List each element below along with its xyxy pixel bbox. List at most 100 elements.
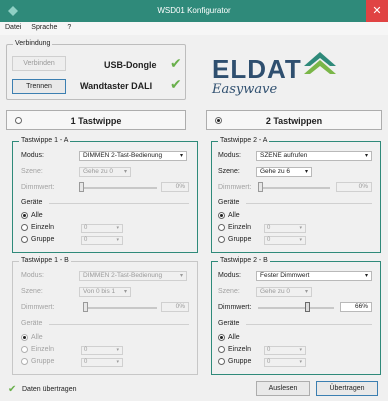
panel-2b-dimm-track (258, 307, 334, 309)
panel-1a-modus-select[interactable]: DIMMEN 2-Tast-Bedienung ▾ (79, 151, 187, 161)
panel-2b-gruppe-label: Gruppe (228, 358, 252, 365)
panel-1a-dimm-label: Dimmwert: (21, 184, 55, 191)
chevron-down-icon: ▾ (179, 153, 183, 159)
radio-icon[interactable] (218, 212, 225, 219)
menu-sprache[interactable]: Sprache (26, 22, 60, 31)
panel-2b-einzeln-option[interactable]: Einzeln (218, 346, 251, 353)
panel-1b-modus-select[interactable]: DIMMEN 2-Tast-Bedienung ▾ (79, 271, 187, 281)
panel-1b-alle-option[interactable]: Alle (21, 334, 43, 341)
chevron-down-icon: ▾ (299, 359, 302, 365)
dali-label: Wandtaster DALI (80, 81, 153, 91)
panel-2b-modus-value: Fester Dimmwert (260, 272, 310, 279)
panel-2b-geraete-label: Geräte (218, 320, 240, 327)
radio-icon[interactable] (218, 334, 225, 341)
status-check-icon: ✔ (8, 384, 17, 395)
panel-1a-gruppe-option[interactable]: Gruppe (21, 236, 54, 243)
panel-1b-einzeln-label: Einzeln (31, 346, 54, 353)
panel-1a-einzeln-select[interactable]: 0 ▾ (81, 224, 123, 233)
chevron-down-icon: ▾ (116, 225, 119, 231)
panel-1b-einzeln-select[interactable]: 0 ▾ (81, 346, 123, 355)
panel-tastwippe-1b: Tastwippe 1 - B Modus: DIMMEN 2-Tast-Bed… (12, 257, 198, 375)
panel-2a-szene-select[interactable]: Gehe zu 6 ▾ (256, 167, 312, 177)
radio-icon[interactable] (218, 358, 225, 365)
panel-2b-alle-option[interactable]: Alle (218, 334, 240, 341)
panel-2b-szene-value: Gehe zu 0 (260, 288, 290, 295)
radio-icon[interactable] (218, 236, 225, 243)
panel-1b-dimm-value[interactable]: 0% (161, 302, 189, 312)
panel-2b-legend: Tastwippe 2 - B (218, 257, 270, 264)
connect-button[interactable]: Verbinden (12, 56, 66, 71)
panel-1a-dimm-slider[interactable] (79, 182, 84, 192)
panel-2a-dimm-track (258, 187, 330, 189)
panel-2b-szene-select[interactable]: Gehe zu 0 ▾ (256, 287, 312, 297)
radio-icon[interactable] (21, 346, 28, 353)
panel-2a-alle-option[interactable]: Alle (218, 212, 240, 219)
close-button[interactable]: ✕ (366, 0, 388, 22)
chevron-down-icon: ▾ (299, 237, 302, 243)
radio-icon[interactable] (218, 224, 225, 231)
tab-2-tastwippen[interactable]: 2 Tastwippen (206, 110, 382, 130)
panel-1b-dimm-slider[interactable] (83, 302, 88, 312)
panel-1b-szene-label: Szene: (21, 288, 43, 295)
panel-1a-geraete-label: Geräte (21, 199, 43, 206)
panel-2a-einzeln-select[interactable]: 0 ▾ (264, 224, 306, 233)
panel-1b-gruppe-option[interactable]: Gruppe (21, 358, 54, 365)
panel-1a-dimm-value[interactable]: 0% (161, 182, 189, 192)
panel-1b-einzeln-option[interactable]: Einzeln (21, 346, 54, 353)
read-button[interactable]: Auslesen (256, 381, 310, 396)
panel-1a-modus-value: DIMMEN 2-Tast-Bedienung (83, 152, 163, 159)
panel-1a-legend: Tastwippe 1 - A (19, 137, 71, 144)
panel-1a-separator (49, 203, 189, 204)
chevron-down-icon: ▾ (304, 169, 308, 175)
menu-datei[interactable]: Datei (0, 22, 24, 31)
panel-1b-dimm-track (83, 307, 157, 309)
panel-2b-modus-select[interactable]: Fester Dimmwert ▾ (256, 271, 372, 281)
panel-1b-alle-label: Alle (31, 334, 43, 341)
transfer-button[interactable]: Übertragen (316, 381, 378, 396)
panel-1a-szene-select[interactable]: Gehe zu 0 ▾ (79, 167, 131, 177)
panel-1a-modus-label: Modus: (21, 152, 44, 159)
panel-2a-gruppe-label: Gruppe (228, 236, 252, 243)
radio-icon[interactable] (21, 358, 28, 365)
panel-2a-gruppe-select[interactable]: 0 ▾ (264, 236, 306, 245)
chevron-down-icon: ▾ (364, 153, 368, 159)
panel-2b-einzeln-value: 0 (267, 347, 271, 353)
radio-icon[interactable] (218, 346, 225, 353)
chevron-down-icon: ▾ (179, 273, 183, 279)
panel-1b-gruppe-select[interactable]: 0 ▾ (81, 358, 123, 367)
panel-1a-alle-option[interactable]: Alle (21, 212, 43, 219)
panel-2b-gruppe-option[interactable]: Gruppe (218, 358, 251, 365)
panel-2b-dimm-slider[interactable] (304, 302, 310, 312)
panel-2a-modus-select[interactable]: SZENE aufrufen ▾ (256, 151, 372, 161)
panel-2b-gruppe-select[interactable]: 0 ▾ (264, 358, 306, 367)
status-text: Daten übertragen (22, 386, 77, 393)
tab-2-label: 2 Tastwippen (265, 116, 323, 126)
panel-2b-einzeln-select[interactable]: 0 ▾ (264, 346, 306, 355)
panel-2b-gruppe-value: 0 (267, 359, 271, 365)
panel-1a-dimm-track (79, 187, 157, 189)
panel-1a-einzeln-option[interactable]: Einzeln (21, 224, 54, 231)
disconnect-button[interactable]: Trennen (12, 79, 66, 94)
menu-help[interactable]: ? (62, 22, 74, 31)
panel-tastwippe-2b: Tastwippe 2 - B Modus: Fester Dimmwert ▾… (211, 257, 381, 375)
panel-1a-alle-label: Alle (31, 212, 43, 219)
panel-2a-dimm-slider[interactable] (258, 182, 263, 192)
panel-2a-modus-value: SZENE aufrufen (260, 152, 308, 159)
panel-1a-gruppe-value: 0 (84, 237, 88, 243)
panel-1b-geraete-label: Geräte (21, 320, 43, 327)
dali-check-icon: ✔ (170, 76, 182, 92)
panel-1a-gruppe-select[interactable]: 0 ▾ (81, 236, 123, 245)
radio-icon[interactable] (21, 334, 28, 341)
radio-icon[interactable] (21, 236, 28, 243)
panel-2b-dimm-value[interactable]: 66% (340, 302, 372, 312)
tab-1-tastwippe[interactable]: 1 Tastwippe (6, 110, 186, 130)
panel-2a-einzeln-option[interactable]: Einzeln (218, 224, 251, 231)
panel-2a-einzeln-label: Einzeln (228, 224, 251, 231)
radio-icon[interactable] (21, 224, 28, 231)
chevron-down-icon: ▾ (299, 347, 302, 353)
panel-2a-szene-label: Szene: (218, 168, 240, 175)
panel-2a-gruppe-option[interactable]: Gruppe (218, 236, 251, 243)
panel-2a-dimm-value[interactable]: 0% (336, 182, 372, 192)
radio-icon[interactable] (21, 212, 28, 219)
panel-1b-szene-select[interactable]: Von 0 bis 1 ▾ (79, 287, 131, 297)
